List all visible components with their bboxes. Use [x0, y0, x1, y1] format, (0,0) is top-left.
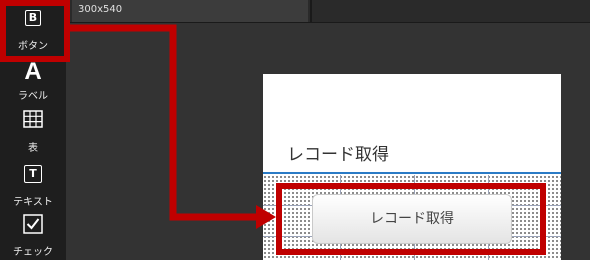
- callout-arrow: [70, 24, 276, 229]
